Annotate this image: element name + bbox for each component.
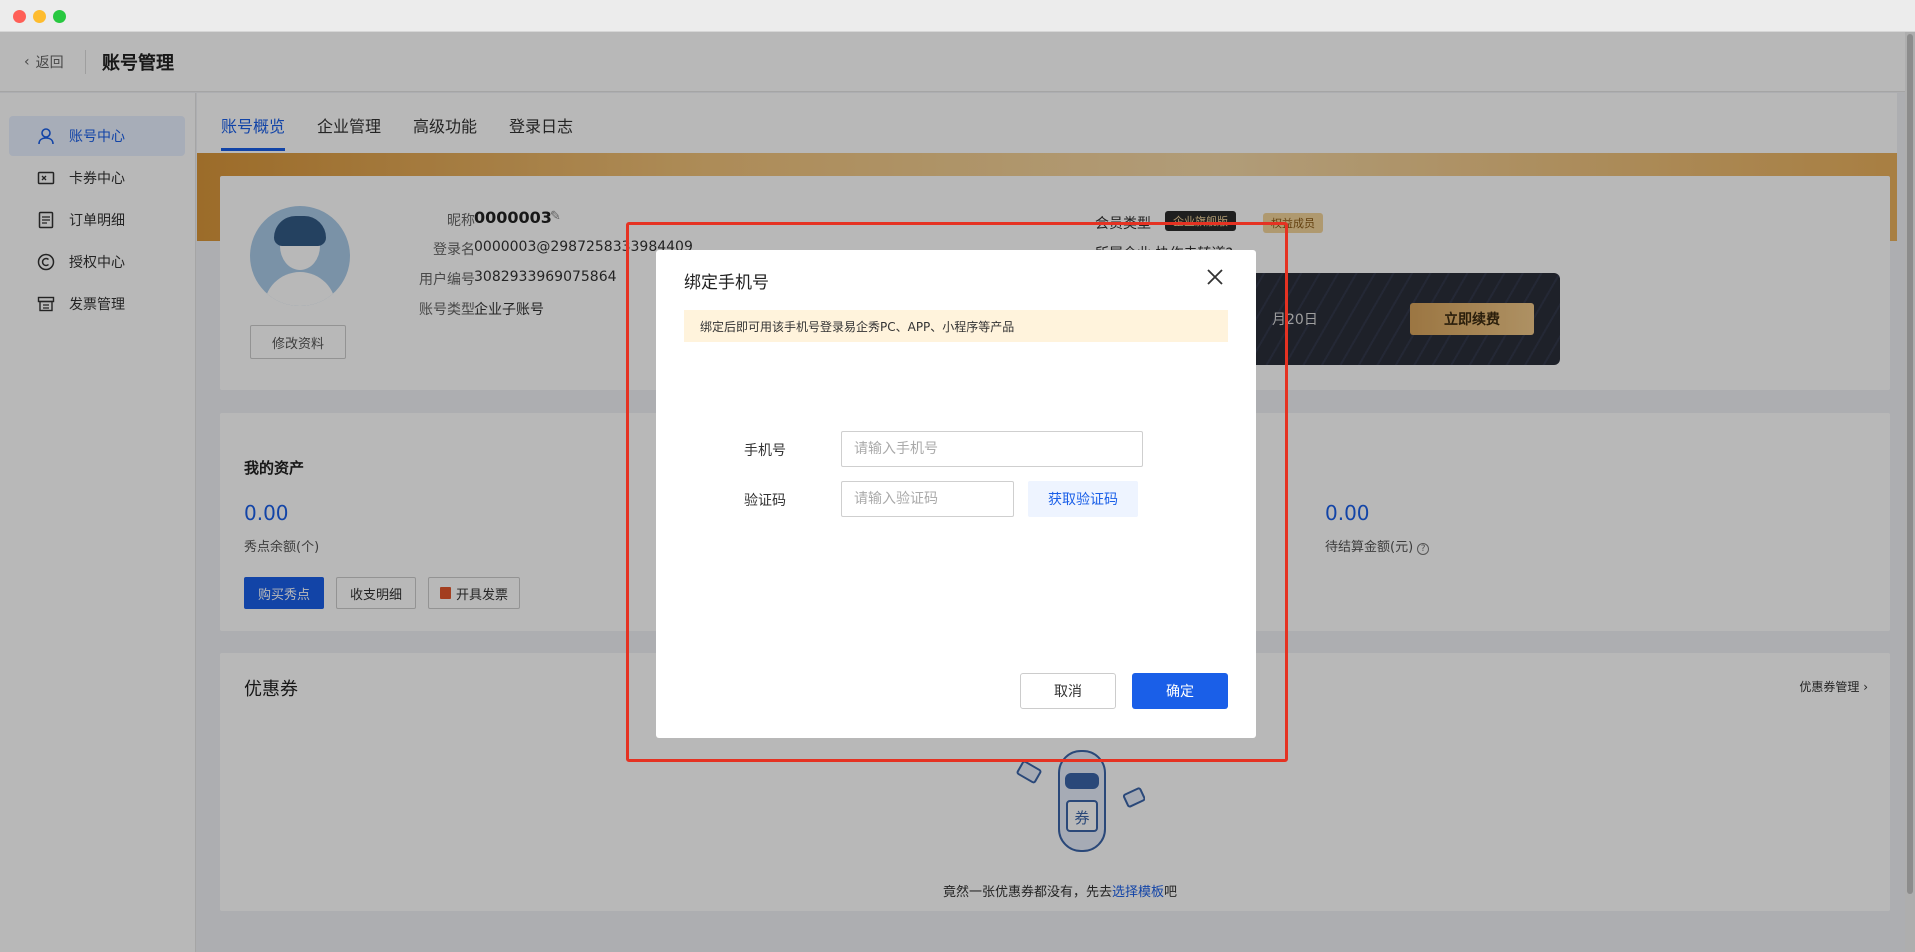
- phone-input[interactable]: [841, 431, 1143, 467]
- cancel-button[interactable]: 取消: [1020, 673, 1116, 709]
- bind-phone-dialog: 绑定手机号 绑定后即可用该手机号登录易企秀PC、APP、小程序等产品 手机号 验…: [656, 250, 1256, 738]
- dialog-title: 绑定手机号: [684, 273, 769, 293]
- window-maximize-button[interactable]: [53, 10, 66, 23]
- dialog-notice: 绑定后即可用该手机号登录易企秀PC、APP、小程序等产品: [684, 310, 1228, 342]
- phone-label: 手机号: [744, 443, 786, 459]
- code-label: 验证码: [744, 493, 786, 509]
- code-input[interactable]: [841, 481, 1014, 517]
- confirm-button[interactable]: 确定: [1132, 673, 1228, 709]
- window-minimize-button[interactable]: [33, 10, 46, 23]
- get-code-button[interactable]: 获取验证码: [1028, 481, 1138, 517]
- window-titlebar: [0, 0, 1915, 32]
- window-close-button[interactable]: [13, 10, 26, 23]
- close-icon[interactable]: [1204, 266, 1226, 288]
